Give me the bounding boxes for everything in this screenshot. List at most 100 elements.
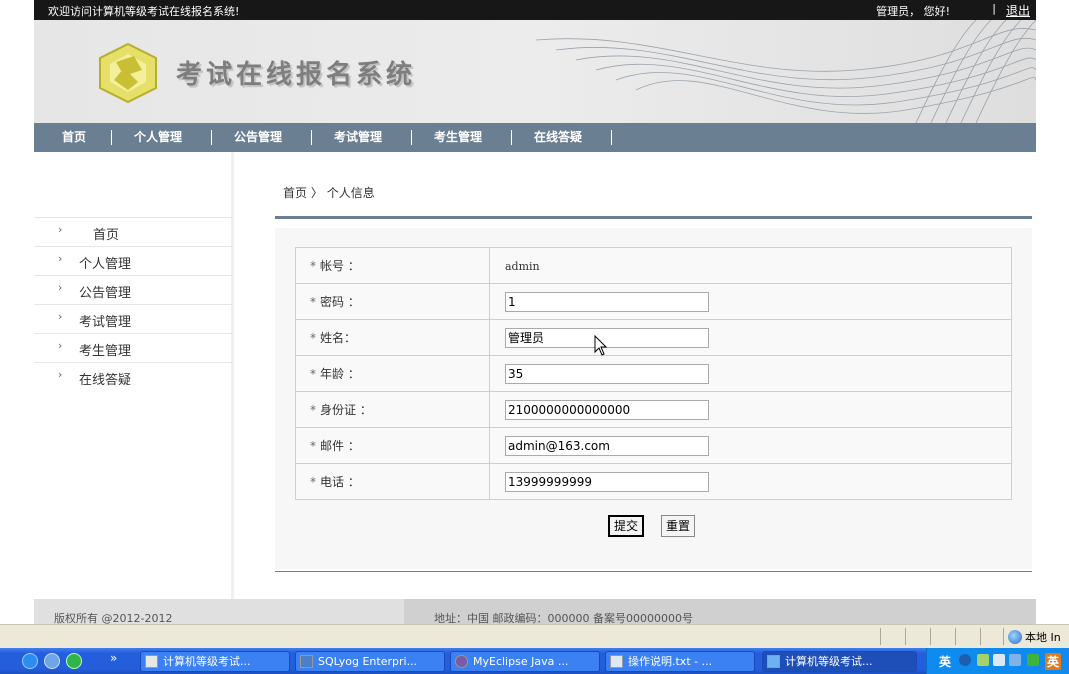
required-mark: *	[310, 259, 316, 273]
site-logo	[99, 42, 157, 104]
nav-exam[interactable]: 考试管理	[334, 123, 382, 152]
quicklaunch-more-icon[interactable]: »	[110, 651, 117, 665]
sidebar-item-label: 首页	[93, 228, 120, 243]
sidebar-item-label: 公告管理	[79, 286, 132, 301]
nav-qa[interactable]: 在线答疑	[534, 123, 582, 152]
sqlyog-icon	[300, 655, 313, 668]
field-value-cell	[489, 283, 1012, 320]
content-top-rule	[275, 216, 1032, 219]
reset-button[interactable]: 重置	[661, 515, 696, 537]
form-row-email: * 邮件 ：	[295, 427, 1012, 464]
sidebar: › 首页 › 个人管理 › 公告管理 › 考试管理 › 考生管理 › 在线答疑	[34, 152, 234, 599]
back-icon[interactable]	[959, 654, 971, 666]
main-nav: 首页 个人管理 公告管理 考试管理 考生管理 在线答疑	[34, 123, 1036, 152]
form-row-phone: * 电话 ：	[295, 463, 1012, 500]
field-value-cell	[489, 319, 1012, 356]
account-label: 帐号 ：	[320, 259, 360, 273]
banner-waves-decoration	[536, 20, 1036, 123]
required-mark: *	[310, 403, 316, 417]
window-icon	[145, 655, 158, 668]
chevron-right-icon: ›	[58, 339, 63, 352]
required-mark: *	[310, 367, 316, 381]
sidebar-item-notice[interactable]: › 公告管理	[34, 275, 232, 304]
mouse-pointer-icon	[594, 335, 608, 356]
security-zone: 本地 In	[1008, 629, 1061, 645]
user-greeting: 管理员， 您好!	[876, 5, 950, 18]
taskbar-item-label: SQLyog Enterpri...	[318, 655, 418, 668]
footer-left: 版权所有 @2012-2012	[34, 599, 404, 625]
form-row-idcard: * 身份证 ：	[295, 391, 1012, 428]
email-label: 邮件 ：	[320, 439, 360, 453]
sidebar-item-candidate[interactable]: › 考生管理	[34, 333, 232, 362]
password-input[interactable]	[505, 291, 709, 312]
nav-home[interactable]: 首页	[62, 123, 86, 152]
chevron-right-icon: ›	[58, 310, 63, 323]
content-bottom-rule	[275, 571, 1032, 572]
taskbar-item[interactable]: 操作说明.txt - ...	[605, 651, 755, 672]
name-label: 姓名：	[320, 331, 357, 345]
topbar-separator: |	[992, 2, 996, 15]
taskbar-item-label: 计算机等级考试...	[163, 655, 251, 668]
zone-label: 本地 In	[1025, 631, 1061, 644]
taskbar-item[interactable]: 计算机等级考试...	[140, 651, 290, 672]
nav-personal[interactable]: 个人管理	[134, 123, 182, 152]
ime-toolbar-icon[interactable]: 英	[1045, 653, 1062, 670]
system-tray: 英 英	[926, 648, 1069, 674]
field-value-cell	[489, 391, 1012, 428]
browser-status-bar: 本地 In	[0, 624, 1069, 648]
nav-candidate[interactable]: 考生管理	[434, 123, 482, 152]
field-value-cell	[489, 463, 1012, 500]
required-mark: *	[310, 331, 316, 345]
monitor-icon[interactable]	[993, 654, 1005, 666]
age-label: 年龄 ：	[320, 367, 360, 381]
network-icon[interactable]	[977, 654, 989, 666]
taskbar-item-active[interactable]: 计算机等级考试...	[762, 651, 917, 672]
age-input[interactable]	[505, 363, 709, 384]
sidebar-item-label: 考试管理	[79, 315, 132, 330]
taskbar-item-label: 计算机等级考试...	[785, 655, 873, 668]
ime-indicator[interactable]: 英	[939, 653, 951, 670]
ie-icon[interactable]	[22, 653, 38, 669]
nav-notice[interactable]: 公告管理	[234, 123, 282, 152]
breadcrumb-home[interactable]: 首页	[283, 186, 307, 200]
logout-link[interactable]: 退出	[1006, 2, 1030, 19]
sidebar-item-label: 个人管理	[79, 257, 132, 272]
sidebar-item-home[interactable]: › 首页	[34, 217, 232, 246]
phone-input[interactable]	[505, 471, 709, 492]
form-row-account: * 帐号 ： admin	[295, 247, 1012, 284]
footer-right: 地址：中国 邮政编码：000000 备案号00000000号	[404, 599, 1036, 625]
taskbar-item[interactable]: SQLyog Enterpri...	[295, 651, 445, 672]
field-label: * 密码 ：	[295, 283, 490, 320]
windows-taskbar: » 计算机等级考试... SQLyog Enterpri... MyEclips…	[0, 648, 1069, 674]
browser-icon[interactable]	[44, 653, 60, 669]
idcard-input[interactable]	[505, 399, 709, 420]
wireless-icon[interactable]	[1009, 654, 1021, 666]
field-label: * 帐号 ：	[295, 247, 490, 284]
signal-icon[interactable]	[1027, 654, 1039, 666]
browser-page: 欢迎访问计算机等级考试在线报名系统! 管理员， 您好! | 退出 考试在线报名系…	[0, 0, 1069, 674]
field-label: * 邮件 ：	[295, 427, 490, 464]
field-value-cell	[489, 355, 1012, 392]
idcard-label: 身份证 ：	[320, 403, 372, 417]
nav-separator	[311, 130, 312, 145]
chevron-right-icon: ›	[58, 223, 63, 236]
sidebar-item-personal[interactable]: › 个人管理	[34, 246, 232, 275]
messenger-icon[interactable]	[66, 653, 82, 669]
email-input[interactable]	[505, 435, 709, 456]
submit-button[interactable]: 提交	[608, 515, 645, 537]
breadcrumb-current: 个人信息	[326, 186, 375, 200]
taskbar-item-label: MyEclipse Java ...	[473, 655, 569, 668]
sidebar-item-exam[interactable]: › 考试管理	[34, 304, 232, 333]
ie-window-icon	[767, 655, 780, 668]
status-divider	[1003, 628, 1004, 645]
field-label: * 身份证 ：	[295, 391, 490, 428]
status-divider	[955, 628, 956, 645]
status-divider	[905, 628, 906, 645]
field-value-cell: admin	[489, 247, 1012, 284]
taskbar-item[interactable]: MyEclipse Java ...	[450, 651, 600, 672]
sidebar-item-qa[interactable]: › 在线答疑	[34, 362, 232, 391]
nav-separator	[211, 130, 212, 145]
form-row-age: * 年龄 ：	[295, 355, 1012, 392]
form-row-name: * 姓名：	[295, 319, 1012, 356]
status-divider	[930, 628, 931, 645]
